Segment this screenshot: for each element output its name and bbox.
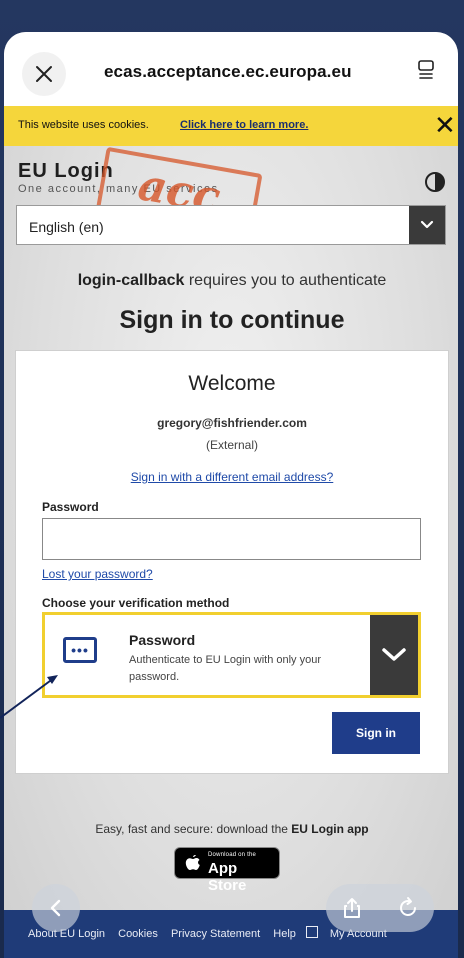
contrast-icon[interactable] xyxy=(424,171,446,198)
login-card xyxy=(15,350,449,774)
app-promo-text: Easy, fast and secure: download the EU L… xyxy=(0,822,464,836)
language-selected: English (en) xyxy=(29,219,104,235)
auth-requires-text: requires you to authenticate xyxy=(184,272,387,289)
external-link-icon xyxy=(305,926,318,938)
apple-icon xyxy=(185,854,200,870)
verification-method-select[interactable]: ••• Password Authenticate to EU Login wi… xyxy=(42,612,421,698)
back-button[interactable] xyxy=(32,884,80,932)
browser-actions-pill xyxy=(326,884,434,932)
page-title: Sign in to continue xyxy=(119,306,345,334)
chevron-down-icon xyxy=(382,648,406,661)
sign-in-button[interactable]: Sign in xyxy=(332,712,420,754)
account-type: (External) xyxy=(205,438,258,452)
footer-about-link[interactable]: About EU Login xyxy=(28,928,105,940)
auth-requirement: login-callback requires you to authentic… xyxy=(0,272,464,290)
app-store-badge[interactable]: Download on the App Store xyxy=(174,847,280,894)
user-email: gregory@fishfriender.com xyxy=(157,416,307,430)
app-name: EU Login app xyxy=(291,822,369,836)
language-select[interactable]: English (en) xyxy=(16,205,446,245)
footer-help-link[interactable]: Help xyxy=(273,928,296,940)
footer-cookies-link[interactable]: Cookies xyxy=(118,928,158,940)
page-content: EU Login One account, many EU services a… xyxy=(0,32,464,958)
password-field[interactable] xyxy=(42,518,421,560)
app-store-big-text: App Store xyxy=(208,860,247,894)
app-promo-prefix: Easy, fast and secure: download the xyxy=(95,822,292,836)
lost-password-link[interactable]: Lost your password? xyxy=(42,567,153,581)
service-name: login-callback xyxy=(77,272,185,289)
welcome-heading: Welcome xyxy=(188,372,276,395)
reload-icon xyxy=(400,897,416,916)
reload-button[interactable] xyxy=(396,896,420,920)
chevron-down-icon xyxy=(420,220,434,229)
language-dropdown-button[interactable] xyxy=(409,206,445,244)
verification-method-label: Choose your verification method xyxy=(42,596,230,610)
eu-login-title: EU Login xyxy=(18,160,114,182)
share-button[interactable] xyxy=(340,896,364,920)
method-description: Authenticate to EU Login with only your … xyxy=(129,654,322,683)
chevron-left-icon xyxy=(50,899,61,917)
different-email-link[interactable]: Sign in with a different email address? xyxy=(0,470,464,484)
method-title: Password xyxy=(129,632,196,648)
footer-privacy-link[interactable]: Privacy Statement xyxy=(171,928,260,940)
method-dropdown-button[interactable] xyxy=(370,615,418,695)
share-icon xyxy=(344,898,360,918)
password-label: Password xyxy=(42,500,99,514)
app-store-small-text: Download on the xyxy=(208,852,257,858)
password-dots-icon: ••• xyxy=(63,637,97,663)
